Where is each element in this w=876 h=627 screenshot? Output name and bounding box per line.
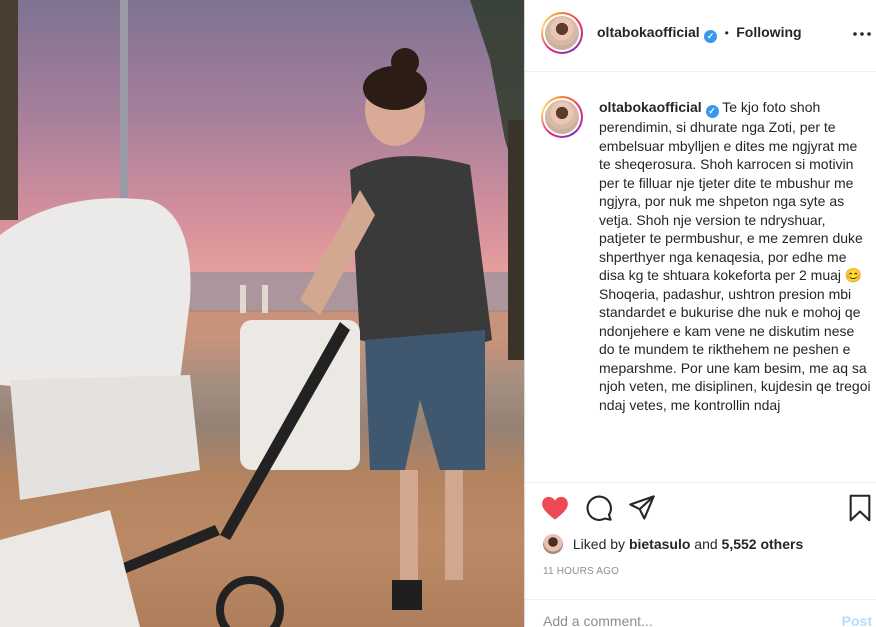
verified-badge-icon: ✓ <box>704 30 718 43</box>
caption-username[interactable]: oltabokaofficial <box>599 99 702 115</box>
likes-and: and <box>694 536 718 552</box>
caption-verified-badge-icon: ✓ <box>705 105 719 118</box>
likes-prefix: Liked by <box>572 536 626 552</box>
likes-count[interactable]: 5,552 others <box>722 536 804 552</box>
post-photo[interactable] <box>0 0 524 627</box>
comment-icon[interactable] <box>585 494 613 522</box>
post-actions <box>525 482 876 530</box>
following-button[interactable]: Following <box>736 24 801 40</box>
post-caption: oltabokaofficial ✓ Te kjo foto shoh pere… <box>599 98 871 480</box>
post-header: oltabokaofficial ✓ • Following <box>525 0 876 72</box>
bookmark-icon[interactable] <box>848 494 872 522</box>
likes-summary: Liked by bietasulo and 5,552 others <box>543 534 803 554</box>
liker-avatar[interactable] <box>543 534 563 554</box>
share-icon[interactable] <box>628 494 656 522</box>
caption-text-continued: Shoqeria, padashur, ushtron presion mbi … <box>599 285 871 413</box>
heart-filled-icon[interactable] <box>541 495 569 521</box>
comment-input[interactable] <box>543 613 813 627</box>
more-options-icon[interactable] <box>852 24 872 44</box>
post-details-panel: oltabokaofficial ✓ • Following oltabokao… <box>524 0 876 627</box>
post-comment-button[interactable]: Post <box>842 613 872 627</box>
comment-box: Post <box>525 599 876 627</box>
liked-by-username[interactable]: bietasulo <box>629 536 690 552</box>
post-timestamp[interactable]: 11 HOURS AGO <box>543 566 619 577</box>
author-avatar[interactable] <box>541 12 583 54</box>
caption-text: Te kjo foto shoh perendimin, si dhurate … <box>599 99 863 283</box>
caption-avatar[interactable] <box>541 96 583 138</box>
photo-illustration <box>0 0 524 627</box>
header-separator: • <box>724 26 729 40</box>
author-username[interactable]: oltabokaofficial <box>597 24 700 40</box>
